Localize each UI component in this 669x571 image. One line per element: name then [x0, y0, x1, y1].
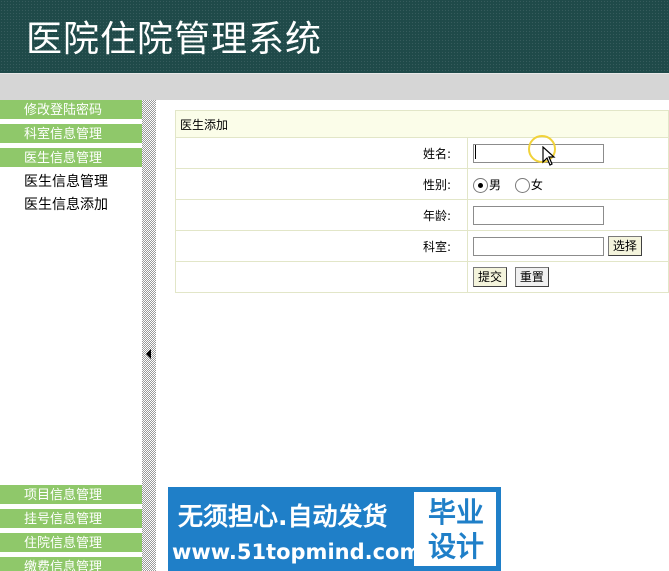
gender-male-label: 男 [489, 177, 502, 192]
menu-registration-management[interactable]: 挂号信息管理 [0, 509, 142, 530]
age-label: 年龄: [175, 199, 468, 231]
form-title: 医生添加 [175, 110, 669, 138]
submenu-doctor-manage[interactable]: 医生信息管理 [24, 172, 108, 192]
frame-splitter[interactable] [142, 100, 156, 571]
submit-button[interactable]: 提交 [473, 267, 508, 287]
banner-slogan: 无须担心.自动发货 [178, 502, 388, 531]
menu-doctor-management[interactable]: 医生信息管理 [0, 148, 142, 169]
mouse-pointer-icon [542, 146, 556, 166]
reset-button[interactable]: 重置 [514, 267, 549, 287]
select-department-button[interactable]: 选择 [607, 236, 642, 256]
watermark-banner: 无须担心.自动发货 www.51topmind.com 毕业 设计 [168, 487, 501, 571]
banner-right-top-text: 毕业 [428, 496, 485, 529]
header-divider-band [0, 73, 669, 100]
banner-right-panel: 毕业 设计 [414, 492, 496, 566]
name-label: 姓名: [175, 137, 468, 169]
gender-female-label: 女 [530, 177, 543, 192]
menu-hospitalization-management[interactable]: 住院信息管理 [0, 533, 142, 554]
doctor-add-form: 医生添加 姓名: 性别: 男 女 年龄: 科室: 选择 提交 重置 [175, 110, 669, 293]
gender-female-option[interactable]: 女 [514, 176, 543, 193]
submenu-doctor-add[interactable]: 医生信息添加 [24, 195, 108, 215]
app-header: 医院住院管理系统 [0, 0, 669, 73]
gender-female-radio[interactable] [514, 177, 530, 193]
banner-right-bottom-text: 设计 [428, 530, 485, 563]
gender-label: 性别: [175, 168, 468, 200]
menu-change-password[interactable]: 修改登陆密码 [0, 100, 142, 121]
department-input[interactable] [473, 236, 604, 256]
actions-spacer-cell [175, 261, 468, 293]
gender-male-option[interactable]: 男 [473, 176, 501, 193]
banner-url: www.51topmind.com [172, 540, 422, 564]
department-label: 科室: [175, 230, 468, 262]
gender-male-radio[interactable] [473, 177, 488, 193]
menu-payment-management[interactable]: 缴费信息管理 [0, 557, 142, 571]
app-title: 医院住院管理系统 [26, 19, 323, 60]
banner-left-panel: 无须担心.自动发货 www.51topmind.com [168, 487, 421, 571]
text-caret [475, 145, 476, 159]
menu-project-management[interactable]: 项目信息管理 [0, 485, 142, 506]
collapse-arrow-icon[interactable] [146, 349, 151, 359]
age-input[interactable] [473, 205, 604, 225]
menu-department-management[interactable]: 科室信息管理 [0, 124, 142, 145]
sidebar: 修改登陆密码 科室信息管理 医生信息管理 医生信息管理 医生信息添加 项目信息管… [0, 100, 142, 571]
